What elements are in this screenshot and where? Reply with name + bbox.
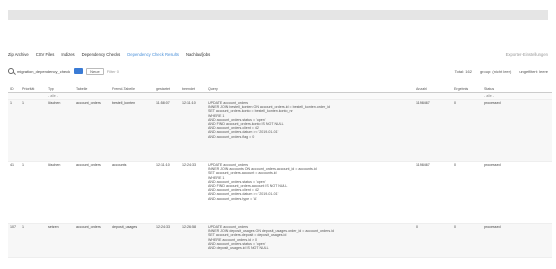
- group-filter[interactable]: group: (nicht leer): [480, 69, 511, 74]
- cell-foreign-table: accounts: [110, 161, 154, 224]
- table-row[interactable]: 41 1 löschen account_orders accounts 12:…: [8, 161, 552, 224]
- cell-priority: 1: [20, 99, 46, 162]
- filter-id[interactable]: [8, 92, 20, 100]
- filter-result[interactable]: [452, 92, 482, 100]
- cell-count: 1198467: [414, 99, 452, 162]
- cell-type: löschen: [46, 99, 74, 162]
- cell-started: 12:24:33: [154, 223, 180, 258]
- cell-finished: 12:24:33: [180, 161, 206, 224]
- cell-table: account_orders: [74, 161, 110, 224]
- toggle-switch[interactable]: [74, 68, 84, 74]
- cell-query: UPDATE account_orders INNER JOIN bestell…: [206, 99, 414, 162]
- cell-id: 41: [8, 161, 20, 224]
- filter-query[interactable]: [206, 92, 414, 100]
- cell-id: 1: [8, 99, 20, 162]
- cell-status: processed: [482, 99, 552, 162]
- filter-started[interactable]: [154, 92, 180, 100]
- tab-indizes[interactable]: Indizes: [61, 52, 74, 57]
- cell-table: account_orders: [74, 99, 110, 162]
- tab-csv-files[interactable]: CSV Files: [36, 52, 55, 57]
- search-icon: [8, 68, 14, 74]
- filter-type[interactable]: - alle -: [46, 92, 74, 100]
- table-row[interactable]: 107 1 setzen account_orders deposit_usag…: [8, 223, 552, 258]
- filter-count[interactable]: Filter 0: [107, 69, 119, 74]
- tab-zip-archive[interactable]: Zip Archive: [8, 52, 29, 57]
- cell-query: UPDATE account_orders INNER JOIN account…: [206, 161, 414, 224]
- cell-type: löschen: [46, 161, 74, 224]
- cell-priority: 1: [20, 223, 46, 258]
- new-button[interactable]: Neue: [86, 67, 104, 75]
- tab-dependency-checks[interactable]: Dependency Checks: [82, 52, 121, 57]
- cell-result: 0: [452, 99, 482, 162]
- cell-result: 0: [452, 223, 482, 258]
- cell-count: 1198467: [414, 161, 452, 224]
- filter-priority[interactable]: [20, 92, 46, 100]
- filter-foreign-table[interactable]: [110, 92, 154, 100]
- search-input[interactable]: migration_dependency_check: [17, 69, 70, 74]
- cell-result: 0: [452, 161, 482, 224]
- summary-info: Total: 162 group: (nicht leer) ungefilte…: [455, 69, 548, 74]
- cell-query: UPDATE account_orders INNER JOIN deposit…: [206, 223, 414, 258]
- cell-finished: 12:11:10: [180, 99, 206, 162]
- results-table: ID Priorität Typ Tabelle Fremd-Tabelle g…: [8, 86, 552, 258]
- cell-started: 12:11:10: [154, 161, 180, 224]
- cell-foreign-table: bestell_konten: [110, 99, 154, 162]
- filter-table[interactable]: [74, 92, 110, 100]
- query-line: AND account_orders.type = 'A': [208, 196, 258, 201]
- filter-status[interactable]: - alle -: [482, 92, 552, 100]
- query-line: AND account_orders.flag = 0: [208, 134, 255, 139]
- filter-count[interactable]: [414, 92, 452, 100]
- cell-foreign-table: deposit_usages: [110, 223, 154, 258]
- cell-count: 0: [414, 223, 452, 258]
- tab-dependency-check-results[interactable]: Dependency Check Results: [127, 52, 179, 57]
- top-bar: [8, 10, 548, 20]
- cell-status: processed: [482, 161, 552, 224]
- filter-finished[interactable]: [180, 92, 206, 100]
- table-row[interactable]: 1 1 löschen account_orders bestell_konte…: [8, 99, 552, 162]
- unfiltered-info[interactable]: ungefiltert: leere: [519, 69, 548, 74]
- cell-finished: 12:26:58: [180, 223, 206, 258]
- cell-started: 11:58:07: [154, 99, 180, 162]
- cell-table: account_orders: [74, 223, 110, 258]
- cell-type: setzen: [46, 223, 74, 258]
- search-row: migration_dependency_check Neue Filter 0…: [8, 64, 552, 78]
- tab-bar: Zip Archive CSV Files Indizes Dependency…: [8, 48, 552, 60]
- cell-id: 107: [8, 223, 20, 258]
- tab-nachlaufjobs[interactable]: Nachlaufjobs: [186, 52, 210, 57]
- exporter-settings-link[interactable]: Exporter-Einstellungen: [506, 52, 548, 57]
- query-line: AND deposit_usages.id IS NOT NULL: [208, 246, 269, 251]
- cell-priority: 1: [20, 161, 46, 224]
- cell-status: processed: [482, 223, 552, 258]
- total-count: Total: 162: [454, 68, 472, 74]
